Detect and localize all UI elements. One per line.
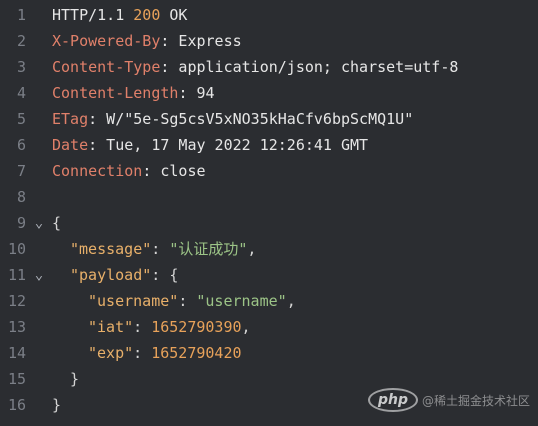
line-number: 1 [16, 6, 26, 24]
code-text: X-Powered-By: Express [52, 28, 242, 54]
code-line: 4 Content-Length: 94 [0, 80, 538, 106]
line-number: 9 [16, 214, 26, 232]
token: "username" [88, 292, 179, 310]
token: "认证成功" [169, 240, 248, 258]
line-number: 6 [16, 136, 26, 154]
token: OK [160, 6, 188, 24]
code-line: 5 ETag: W/"5e-Sg5csV5xNO35kHaCfv6bpScMQ1U… [0, 106, 538, 132]
code-text: { [52, 210, 61, 236]
code-text: Date: Tue, 17 May 2022 12:26:41 GMT [52, 132, 368, 158]
code-text: Content-Length: 94 [52, 80, 215, 106]
code-text: "iat": 1652790390, [52, 314, 251, 340]
http-response-viewer: 1 HTTP/1.1 200 OK 2 X-Powered-By: Express 3 C… [0, 0, 538, 426]
token: , [241, 318, 251, 336]
token: "iat" [88, 318, 134, 336]
line-number: 3 [16, 58, 26, 76]
fold-toggle-icon[interactable]: ⌄ [32, 210, 46, 236]
fold-toggle-icon[interactable]: ⌄ [32, 262, 46, 288]
code-text: "message": "认证成功", [52, 236, 256, 262]
code-text: Content-Type: application/json; charset=… [52, 54, 458, 80]
code-line: 11 ⌄ "payload": { [0, 262, 538, 288]
code-text: ETag: W/"5e-Sg5csV5xNO35kHaCfv6bpScMQ1U" [52, 106, 413, 132]
token: 1652790420 [151, 344, 242, 362]
line-number: 11 [7, 266, 26, 284]
token: Connection [52, 162, 143, 180]
code-line: 6 Date: Tue, 17 May 2022 12:26:41 GMT [0, 132, 538, 158]
code-line: 3 Content-Type: application/json; charset… [0, 54, 538, 80]
token: : application/json; charset=utf-8 [160, 58, 459, 76]
line-number: 8 [16, 188, 26, 206]
line-number: 4 [16, 84, 26, 102]
code-line: 14 "exp": 1652790420 [0, 340, 538, 366]
token: ETag [52, 110, 89, 128]
line-number: 12 [7, 292, 26, 310]
code-line: 7 Connection: close [0, 158, 538, 184]
token: } [70, 370, 80, 388]
line-number: 7 [16, 162, 26, 180]
token: : [133, 318, 152, 336]
code-text: "username": "username", [52, 288, 296, 314]
code-line: 12 "username": "username", [0, 288, 538, 314]
token: 200 [133, 6, 161, 24]
token: { [52, 214, 62, 232]
token: : [151, 240, 170, 258]
token: : [133, 344, 152, 362]
token: X-Powered-By [52, 32, 161, 50]
token: : { [151, 266, 179, 284]
token: : close [142, 162, 206, 180]
token: : [178, 292, 197, 310]
token: Content-Length [52, 84, 179, 102]
line-number: 2 [16, 32, 26, 50]
watermark: php @稀土掘金技术社区 [367, 388, 530, 412]
token: : W/"5e-Sg5csV5xNO35kHaCfv6bpScMQ1U" [88, 110, 414, 128]
line-number: 14 [7, 344, 26, 362]
line-number: 13 [7, 318, 26, 336]
token: } [52, 396, 62, 414]
token: : 94 [178, 84, 215, 102]
token: 1652790390 [151, 318, 242, 336]
token: Date [52, 136, 89, 154]
token: , [286, 292, 296, 310]
code-line: 1 HTTP/1.1 200 OK [0, 2, 538, 28]
token: Content-Type [52, 58, 161, 76]
token: , [247, 240, 257, 258]
code-text: Connection: close [52, 158, 206, 184]
code-line: 8 [0, 184, 538, 210]
token: HTTP/1.1 [52, 6, 134, 24]
code-line: 10 "message": "认证成功", [0, 236, 538, 262]
token: "username" [196, 292, 287, 310]
code-line: 9 ⌄ { [0, 210, 538, 236]
code-text: } [52, 366, 79, 392]
line-number: 5 [16, 110, 26, 128]
line-number: 10 [7, 240, 26, 258]
code-text: HTTP/1.1 200 OK [52, 2, 187, 28]
code-text: } [52, 392, 61, 418]
token: "payload" [70, 266, 152, 284]
line-number: 16 [7, 396, 26, 414]
token: : Express [160, 32, 242, 50]
token: : Tue, 17 May 2022 12:26:41 GMT [88, 136, 369, 154]
token: "exp" [88, 344, 134, 362]
code-text: "exp": 1652790420 [52, 340, 242, 366]
code-text: "payload": { [52, 262, 178, 288]
token: "message" [70, 240, 152, 258]
php-logo: php [367, 388, 418, 412]
watermark-text: @稀土掘金技术社区 [421, 393, 530, 408]
code-line: 13 "iat": 1652790390, [0, 314, 538, 340]
code-line: 2 X-Powered-By: Express [0, 28, 538, 54]
line-number: 15 [7, 370, 26, 388]
